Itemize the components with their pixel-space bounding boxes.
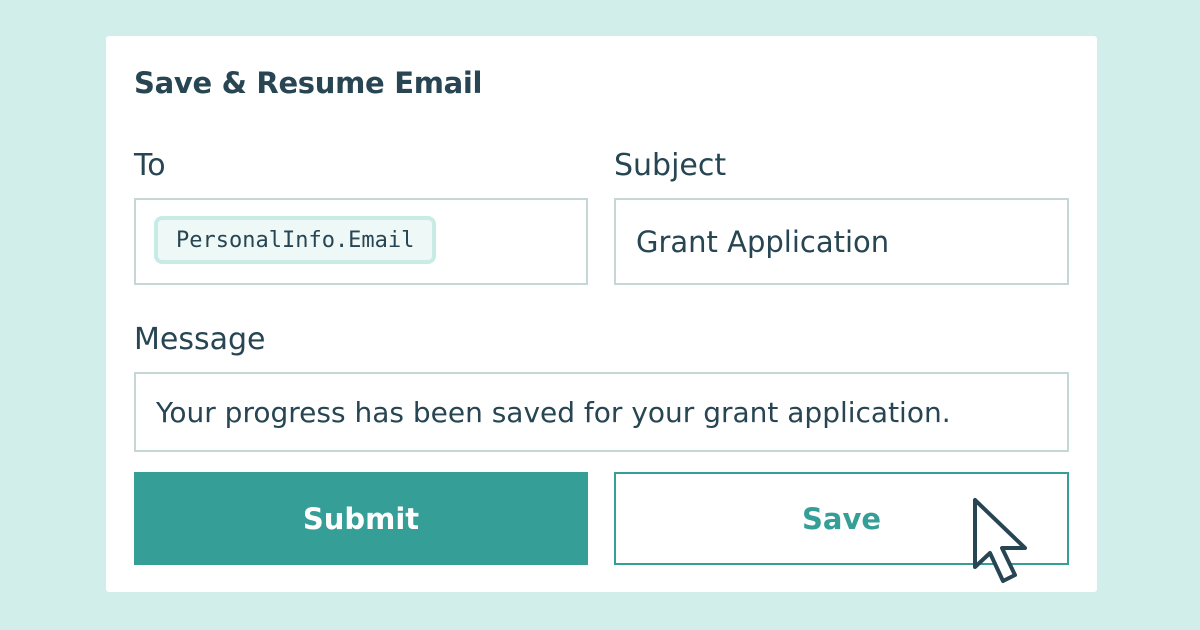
message-field[interactable]: Your progress has been saved for your gr… — [134, 372, 1069, 452]
to-label: To — [134, 148, 166, 183]
email-variable-token[interactable]: PersonalInfo.Email — [154, 216, 437, 264]
subject-field[interactable]: Grant Application — [614, 198, 1069, 285]
message-value: Your progress has been saved for your gr… — [156, 395, 951, 429]
card-title: Save & Resume Email — [134, 66, 483, 100]
email-settings-card: Save & Resume Email To PersonalInfo.Emai… — [106, 36, 1097, 592]
to-field[interactable]: PersonalInfo.Email — [134, 198, 588, 285]
subject-value: Grant Application — [636, 224, 890, 259]
submit-button[interactable]: Submit — [134, 472, 588, 565]
mouse-pointer-icon — [973, 498, 1027, 583]
message-label: Message — [134, 322, 266, 357]
subject-label: Subject — [614, 148, 727, 183]
